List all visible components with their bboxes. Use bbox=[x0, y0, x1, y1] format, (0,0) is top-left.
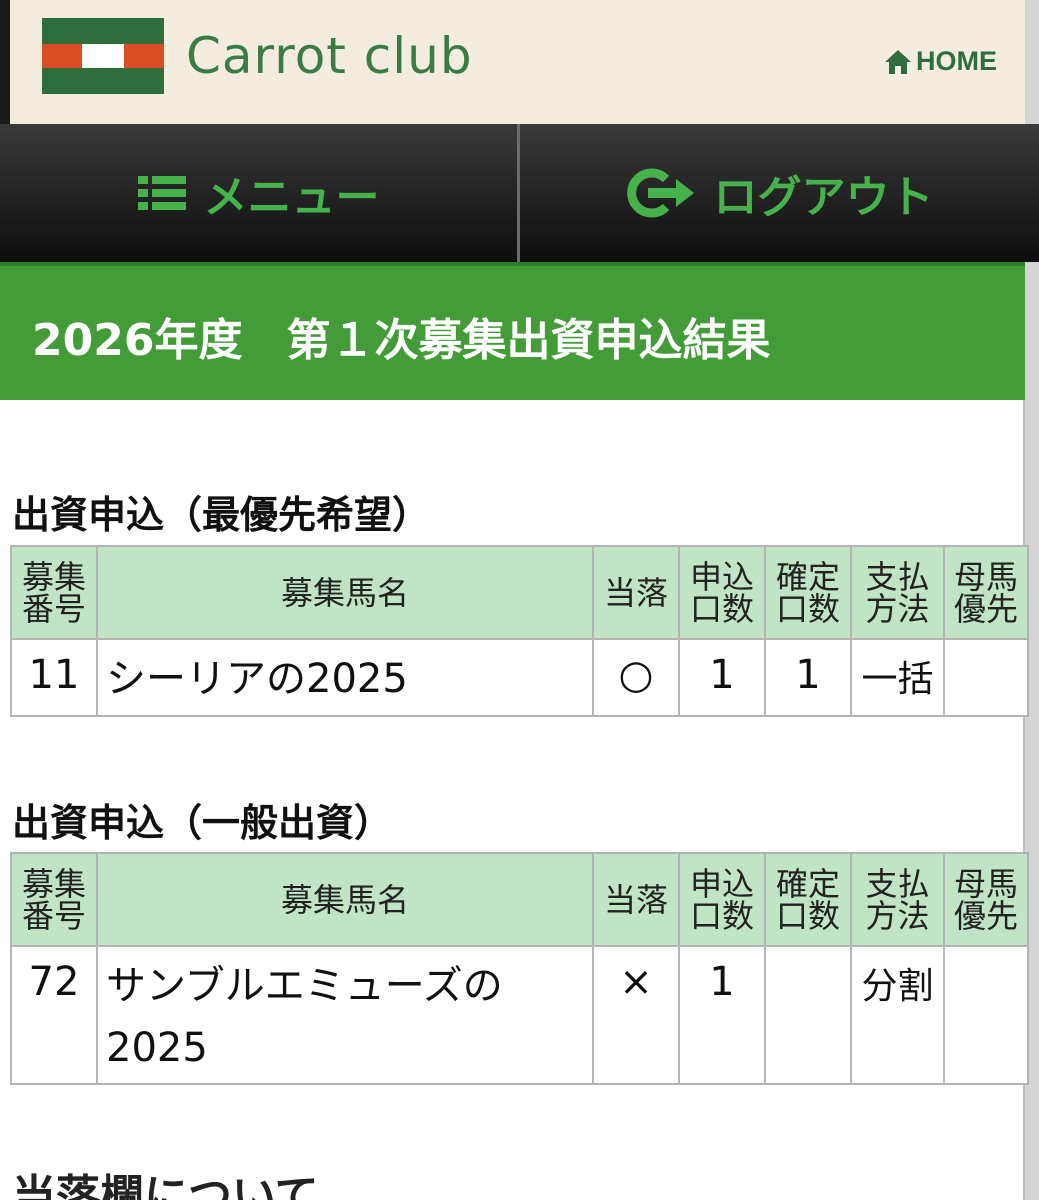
cell-payment: 分割 bbox=[850, 945, 945, 1085]
col-header-result: 当落 bbox=[592, 545, 680, 640]
col-header-confirmed: 確定 口数 bbox=[764, 852, 852, 947]
result-column-note-heading: 当落欄について bbox=[12, 1171, 319, 1200]
page-title: 2026年度 第１次募集出資申込結果 bbox=[32, 315, 771, 366]
col-header-applied: 申込 口数 bbox=[678, 545, 766, 640]
section-title-top-priority: 出資申込（最優先希望） bbox=[12, 493, 431, 537]
carrot-club-flag-logo[interactable] bbox=[42, 18, 164, 94]
menu-label: メニュー bbox=[203, 172, 380, 223]
col-header-applied: 申込 口数 bbox=[678, 852, 766, 947]
col-header-payment: 支払 方法 bbox=[850, 545, 945, 640]
col-header-number: 募集 番号 bbox=[10, 852, 98, 947]
page: Carrot club HOME メニュー ログアウト 2026年度 第１次募集… bbox=[0, 0, 1039, 1200]
logout-icon bbox=[626, 168, 694, 218]
page-title-band: 2026年度 第１次募集出資申込結果 bbox=[0, 262, 1025, 400]
cell-dam-priority bbox=[943, 945, 1029, 1085]
cell-applied: 1 bbox=[678, 945, 766, 1085]
site-header: Carrot club HOME bbox=[10, 0, 1025, 124]
logout-label: ログアウト bbox=[713, 172, 934, 223]
top-priority-result-table: 募集 番号 募集馬名 当落 申込 口数 確定 口数 支払 方法 母馬 優先 11 シーリア… bbox=[10, 545, 1029, 717]
cell-applied: 1 bbox=[678, 638, 766, 717]
table-row: 72 サンブルエミューズの2025 × 1 分割 bbox=[10, 945, 1029, 1085]
cell-confirmed: 1 bbox=[764, 638, 852, 717]
cell-result: × bbox=[592, 945, 680, 1085]
main-nav: メニュー ログアウト bbox=[0, 124, 1039, 262]
table-header-row: 募集 番号 募集馬名 当落 申込 口数 確定 口数 支払 方法 母馬 優先 bbox=[10, 852, 1029, 947]
table-header-row: 募集 番号 募集馬名 当落 申込 口数 確定 口数 支払 方法 母馬 優先 bbox=[10, 545, 1029, 640]
col-header-horse-name: 募集馬名 bbox=[96, 852, 594, 947]
col-header-payment: 支払 方法 bbox=[850, 852, 945, 947]
frame-left-edge bbox=[0, 0, 10, 124]
cell-result: ○ bbox=[592, 638, 680, 717]
cell-number: 72 bbox=[10, 945, 98, 1085]
list-menu-icon bbox=[137, 176, 186, 210]
cell-payment: 一括 bbox=[850, 638, 945, 717]
col-header-dam-priority: 母馬 優先 bbox=[943, 545, 1029, 640]
col-header-horse-name: 募集馬名 bbox=[96, 545, 594, 640]
cell-horse-name: サンブルエミューズの2025 bbox=[96, 945, 594, 1085]
cell-horse-name: シーリアの2025 bbox=[96, 638, 594, 717]
site-logo-text[interactable]: Carrot club bbox=[186, 26, 473, 86]
col-header-result: 当落 bbox=[592, 852, 680, 947]
table-row: 11 シーリアの2025 ○ 1 1 一括 bbox=[10, 638, 1029, 717]
home-icon bbox=[885, 49, 911, 74]
section-title-general: 出資申込（一般出資） bbox=[12, 801, 393, 845]
cell-number: 11 bbox=[10, 638, 98, 717]
home-link[interactable]: HOME bbox=[884, 46, 997, 77]
cell-confirmed bbox=[764, 945, 852, 1085]
col-header-confirmed: 確定 口数 bbox=[764, 545, 852, 640]
logout-button[interactable]: ログアウト bbox=[520, 124, 1039, 262]
menu-button[interactable]: メニュー bbox=[0, 124, 520, 262]
home-label: HOME bbox=[916, 46, 997, 76]
col-header-number: 募集 番号 bbox=[10, 545, 98, 640]
col-header-dam-priority: 母馬 優先 bbox=[943, 852, 1029, 947]
general-result-table: 募集 番号 募集馬名 当落 申込 口数 確定 口数 支払 方法 母馬 優先 72 サンブル… bbox=[10, 852, 1029, 1085]
cell-dam-priority bbox=[943, 638, 1029, 717]
